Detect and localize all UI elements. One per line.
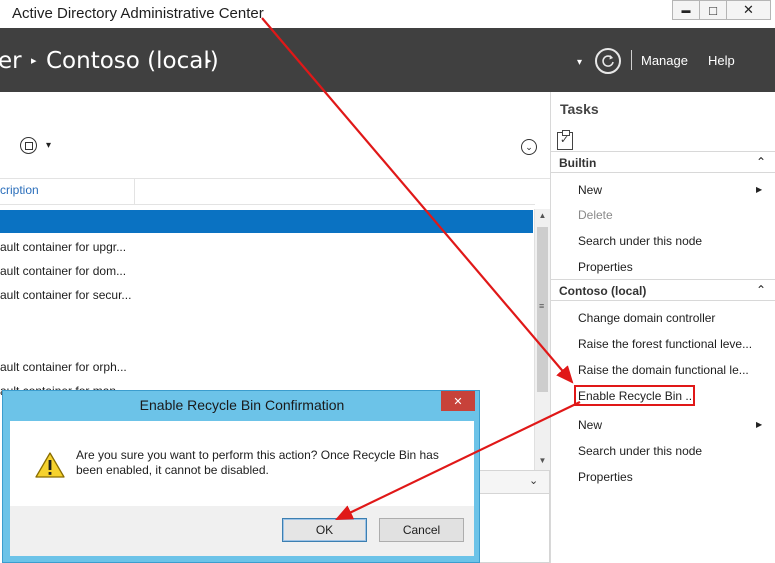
section-label: Contoso (local) xyxy=(559,284,647,298)
clipboard-icon[interactable] xyxy=(557,130,573,150)
collapse-icon[interactable]: ⌃ xyxy=(756,283,766,297)
preview-pane xyxy=(478,494,550,563)
vertical-scrollbar[interactable]: ▲ ≡ ▼ xyxy=(534,209,550,471)
task-search-under-node[interactable]: Search under this node xyxy=(578,444,702,458)
task-properties[interactable]: Properties xyxy=(578,260,633,274)
ok-button[interactable]: OK xyxy=(282,518,367,542)
preview-pane-header[interactable]: ⌄ xyxy=(478,470,550,494)
task-raise-forest-level[interactable]: Raise the forest functional leve... xyxy=(578,337,752,351)
help-menu[interactable]: Help xyxy=(708,53,735,68)
breadcrumb-separator-icon[interactable]: ▸ xyxy=(31,54,37,67)
breadcrumb-item-parent[interactable]: er xyxy=(0,48,22,74)
column-divider[interactable] xyxy=(134,179,135,205)
task-new[interactable]: New xyxy=(578,183,602,197)
task-new[interactable]: New xyxy=(578,418,602,432)
breadcrumb-separator-icon[interactable]: ▸ xyxy=(206,54,212,67)
scroll-up-icon[interactable]: ▲ xyxy=(535,211,550,220)
close-icon: ✕ xyxy=(453,395,463,408)
window-title: Active Directory Administrative Center xyxy=(12,5,264,22)
maximize-icon: □ xyxy=(709,2,717,18)
tasks-pane: Tasks Builtin ⌃ New ▶ Delete Search unde… xyxy=(550,92,775,563)
close-icon: ✕ xyxy=(743,2,754,17)
minimize-icon: ▬ xyxy=(681,5,691,15)
section-label: Builtin xyxy=(559,156,597,170)
dialog-body: Are you sure you want to perform this ac… xyxy=(10,421,474,506)
close-button[interactable]: ✕ xyxy=(726,0,771,20)
header-divider xyxy=(631,50,632,70)
collapse-icon[interactable]: ⌃ xyxy=(756,155,766,169)
recycle-bin-confirmation-dialog: Enable Recycle Bin Confirmation ✕ Are yo… xyxy=(2,390,480,563)
window-titlebar: Active Directory Administrative Center ▬… xyxy=(0,0,775,28)
table-row[interactable]: ault container for secur... xyxy=(0,288,131,302)
chevron-down-icon: ⌄ xyxy=(525,141,533,152)
table-row[interactable]: ault container for dom... xyxy=(0,264,126,278)
submenu-arrow-icon: ▶ xyxy=(756,420,763,429)
breadcrumb-item-contoso[interactable]: Contoso (local) xyxy=(46,48,219,74)
refresh-icon xyxy=(602,55,614,67)
minimize-button[interactable]: ▬ xyxy=(672,0,699,20)
task-properties[interactable]: Properties xyxy=(578,470,633,484)
toolbar-dropdown-icon[interactable]: ▾ xyxy=(46,140,51,151)
navigation-dropdown-icon[interactable]: ▾ xyxy=(577,57,582,68)
submenu-arrow-icon: ▶ xyxy=(756,185,763,194)
task-search-under-node[interactable]: Search under this node xyxy=(578,234,702,248)
table-row[interactable]: ault container for orph... xyxy=(0,360,127,374)
manage-menu[interactable]: Manage xyxy=(641,53,688,68)
grip-icon: ≡ xyxy=(539,301,545,311)
column-header-description[interactable]: cription xyxy=(0,183,39,197)
scroll-down-icon[interactable]: ▼ xyxy=(535,456,550,465)
tasks-section-contoso[interactable]: Contoso (local) ⌃ xyxy=(551,279,775,301)
breadcrumb-header: er ▸ Contoso (local) ▸ ▾ Manage Help xyxy=(0,28,775,92)
table-row[interactable]: ault container for upgr... xyxy=(0,240,126,254)
task-change-domain-controller[interactable]: Change domain controller xyxy=(578,311,715,325)
chevron-down-icon[interactable]: ⌄ xyxy=(529,474,538,487)
dialog-title: Enable Recycle Bin Confirmation xyxy=(139,397,345,413)
task-raise-domain-level[interactable]: Raise the domain functional le... xyxy=(578,363,749,377)
warning-icon xyxy=(35,452,65,478)
refresh-button[interactable] xyxy=(595,48,621,74)
divider xyxy=(0,204,535,205)
expand-icon[interactable]: ⌄ xyxy=(521,139,537,155)
dialog-message: Are you sure you want to perform this ac… xyxy=(76,448,439,477)
dialog-close-button[interactable]: ✕ xyxy=(441,391,475,411)
table-row-selected[interactable] xyxy=(0,210,533,233)
annotation-highlight-box xyxy=(574,385,695,406)
divider xyxy=(0,178,550,179)
task-delete: Delete xyxy=(578,208,613,222)
cancel-button[interactable]: Cancel xyxy=(379,518,464,542)
save-query-icon[interactable] xyxy=(20,137,37,154)
tasks-section-builtin[interactable]: Builtin ⌃ xyxy=(551,151,775,173)
dialog-footer: OK Cancel xyxy=(10,506,474,556)
maximize-button[interactable]: □ xyxy=(699,0,726,20)
tasks-title: Tasks xyxy=(560,101,599,117)
